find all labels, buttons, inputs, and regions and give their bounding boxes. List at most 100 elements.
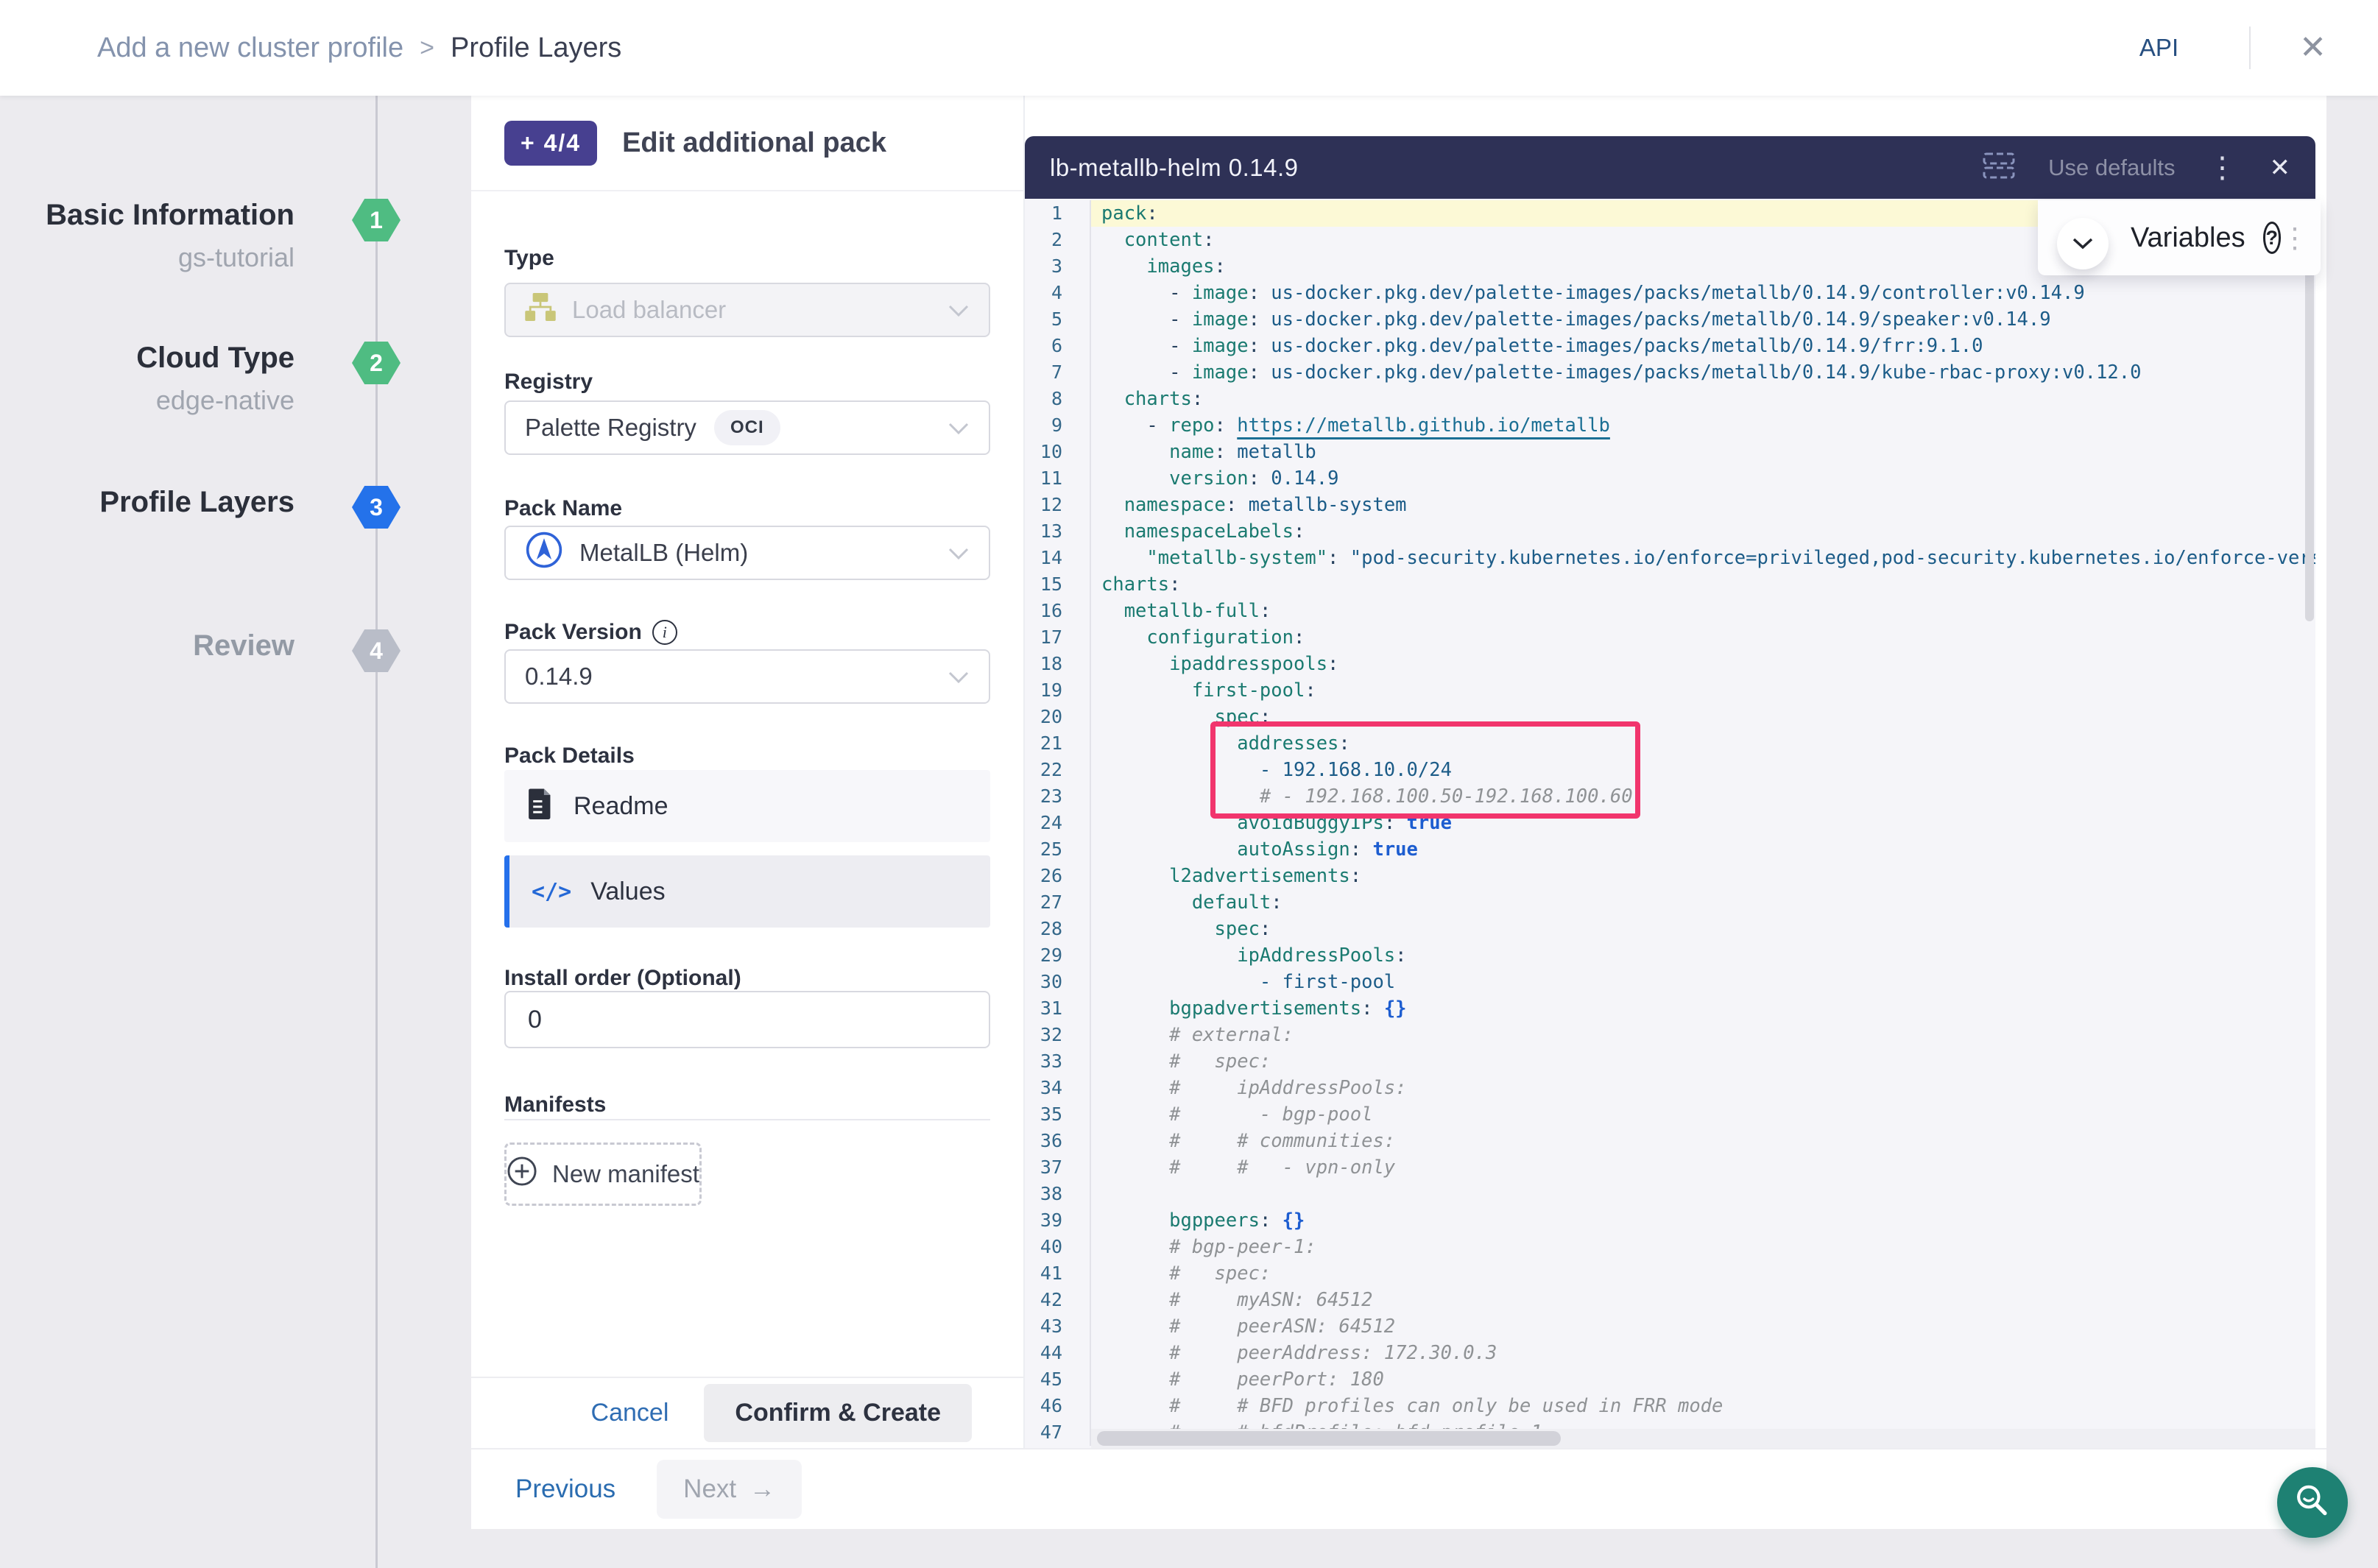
line-number: 5 — [1025, 306, 1091, 333]
new-manifest-button[interactable]: New manifest — [504, 1143, 702, 1206]
main-card: + 4/4 Edit additional pack Type Load bal… — [471, 96, 2326, 1529]
use-defaults-button[interactable]: Use defaults — [2048, 155, 2175, 181]
code-text: first-pool: — [1091, 677, 2315, 704]
pack-version-select[interactable]: 0.14.9 — [504, 649, 990, 704]
code-line: 28 spec: — [1025, 916, 2315, 942]
code-text: # peerPort: 180 — [1091, 1366, 2315, 1393]
code-line: 22 - 192.168.10.0/24 — [1025, 757, 2315, 783]
code-text: configuration: — [1091, 624, 2315, 651]
cancel-button[interactable]: Cancel — [591, 1399, 669, 1427]
code-line: 38 — [1025, 1181, 2315, 1207]
code-text: charts: — [1091, 386, 2315, 412]
chevron-down-icon — [948, 539, 970, 567]
variables-collapse-button[interactable] — [2057, 218, 2109, 269]
code-line: 26 l2advertisements: — [1025, 863, 2315, 889]
stepper-line — [375, 96, 378, 1568]
registry-select[interactable]: Palette Registry OCI — [504, 400, 990, 455]
breadcrumb: Add a new cluster profile > Profile Laye… — [97, 32, 621, 64]
code-line: 39 bgppeers: {} — [1025, 1207, 2315, 1234]
chevron-down-icon — [948, 414, 970, 442]
line-number: 43 — [1025, 1313, 1091, 1340]
form-footer: Cancel Confirm & Create — [471, 1377, 1023, 1448]
line-number: 47 — [1025, 1419, 1091, 1446]
top-header: Add a new cluster profile > Profile Laye… — [0, 0, 2378, 96]
line-number: 2 — [1025, 227, 1091, 253]
step-title: Profile Layers — [29, 486, 294, 519]
diff-view-icon[interactable] — [1982, 151, 2016, 184]
next-button[interactable]: Next → — [657, 1460, 802, 1519]
variables-kebab-icon[interactable]: ⋮ — [2281, 222, 2309, 255]
code-icon: </> — [532, 879, 571, 905]
type-label: Type — [504, 246, 990, 271]
info-icon[interactable]: i — [652, 620, 677, 645]
line-number: 35 — [1025, 1101, 1091, 1128]
line-number: 14 — [1025, 545, 1091, 571]
code-text: # spec: — [1091, 1260, 2315, 1287]
api-link[interactable]: API — [2139, 34, 2178, 62]
code-line: 29 ipAddressPools: — [1025, 942, 2315, 969]
line-number: 39 — [1025, 1207, 1091, 1234]
code-text: - repo: https://metallb.github.io/metall… — [1091, 412, 2315, 439]
code-text: - 192.168.10.0/24 — [1091, 757, 2315, 783]
code-line: 12 namespace: metallb-system — [1025, 492, 2315, 518]
code-text: # # BFD profiles can only be used in FRR… — [1091, 1393, 2315, 1419]
code-line: 14 "metallb-system": "pod-security.kuber… — [1025, 545, 2315, 571]
code-text: namespace: metallb-system — [1091, 492, 2315, 518]
code-text: # # communities: — [1091, 1128, 2315, 1154]
step-number-badge: 3 — [352, 486, 401, 529]
pack-name-value: MetalLB (Helm) — [579, 539, 748, 567]
line-number: 21 — [1025, 730, 1091, 757]
breadcrumb-parent[interactable]: Add a new cluster profile — [97, 32, 403, 64]
code-text: # bgp-peer-1: — [1091, 1234, 2315, 1260]
code-text — [1091, 1181, 2315, 1207]
code-text: # ipAddressPools: — [1091, 1075, 2315, 1101]
values-tab[interactable]: </> Values — [504, 855, 990, 928]
close-icon[interactable]: ✕ — [2299, 32, 2326, 64]
code-line: 45 # peerPort: 180 — [1025, 1366, 2315, 1393]
code-line: 17 configuration: — [1025, 624, 2315, 651]
pack-edit-form: + 4/4 Edit additional pack Type Load bal… — [471, 96, 1025, 1448]
previous-button[interactable]: Previous — [515, 1475, 615, 1504]
help-icon[interactable]: ? — [2263, 222, 2281, 254]
code-text: ipAddressPools: — [1091, 942, 2315, 969]
step-number-badge: 2 — [352, 342, 401, 384]
line-number: 27 — [1025, 889, 1091, 916]
code-text: "metallb-system": "pod-security.kubernet… — [1091, 545, 2315, 571]
code-area[interactable]: 1pack:2 content:3 images:4 - image: us-d… — [1025, 199, 2315, 1448]
arrow-right-icon: → — [749, 1475, 775, 1504]
code-text: spec: — [1091, 704, 2315, 730]
confirm-create-button[interactable]: Confirm & Create — [704, 1384, 972, 1442]
line-number: 20 — [1025, 704, 1091, 730]
variables-label: Variables — [2131, 222, 2245, 254]
line-number: 7 — [1025, 359, 1091, 386]
registry-label: Registry — [504, 370, 990, 395]
code-line: 23 # - 192.168.100.50-192.168.100.60 — [1025, 783, 2315, 810]
readme-tab[interactable]: Readme — [504, 770, 990, 842]
line-number: 40 — [1025, 1234, 1091, 1260]
type-select[interactable]: Load balancer — [504, 283, 990, 337]
line-number: 22 — [1025, 757, 1091, 783]
line-number: 45 — [1025, 1366, 1091, 1393]
load-balancer-icon — [525, 293, 556, 327]
code-line: 16 metallb-full: — [1025, 598, 2315, 624]
code-line: 37 # # - vpn-only — [1025, 1154, 2315, 1181]
code-line: 27 default: — [1025, 889, 2315, 916]
code-line: 41 # spec: — [1025, 1260, 2315, 1287]
line-number: 8 — [1025, 386, 1091, 412]
install-order-input[interactable]: 0 — [504, 991, 990, 1048]
horizontal-scrollbar[interactable] — [1097, 1431, 1561, 1446]
editor-tools: Use defaults ⋮ ✕ — [1982, 151, 2290, 184]
editor-header: lb-metallb-helm 0.14.9 Use defaults ⋮ ✕ — [1025, 136, 2315, 199]
line-number: 16 — [1025, 598, 1091, 624]
code-line: 36 # # communities: — [1025, 1128, 2315, 1154]
pack-version-value: 0.14.9 — [525, 663, 593, 691]
kebab-menu-icon[interactable]: ⋮ — [2208, 153, 2237, 183]
editor-close-icon[interactable]: ✕ — [2270, 155, 2291, 180]
wizard-nav: Previous Next → — [471, 1448, 2326, 1529]
editor-title: lb-metallb-helm 0.14.9 — [1050, 154, 1299, 182]
pack-name-select[interactable]: MetalLB (Helm) — [504, 526, 990, 580]
pack-version-label: Pack Version i — [504, 620, 990, 645]
code-text: - image: us-docker.pkg.dev/palette-image… — [1091, 333, 2315, 359]
line-number: 32 — [1025, 1022, 1091, 1048]
search-fab[interactable] — [2277, 1467, 2348, 1538]
